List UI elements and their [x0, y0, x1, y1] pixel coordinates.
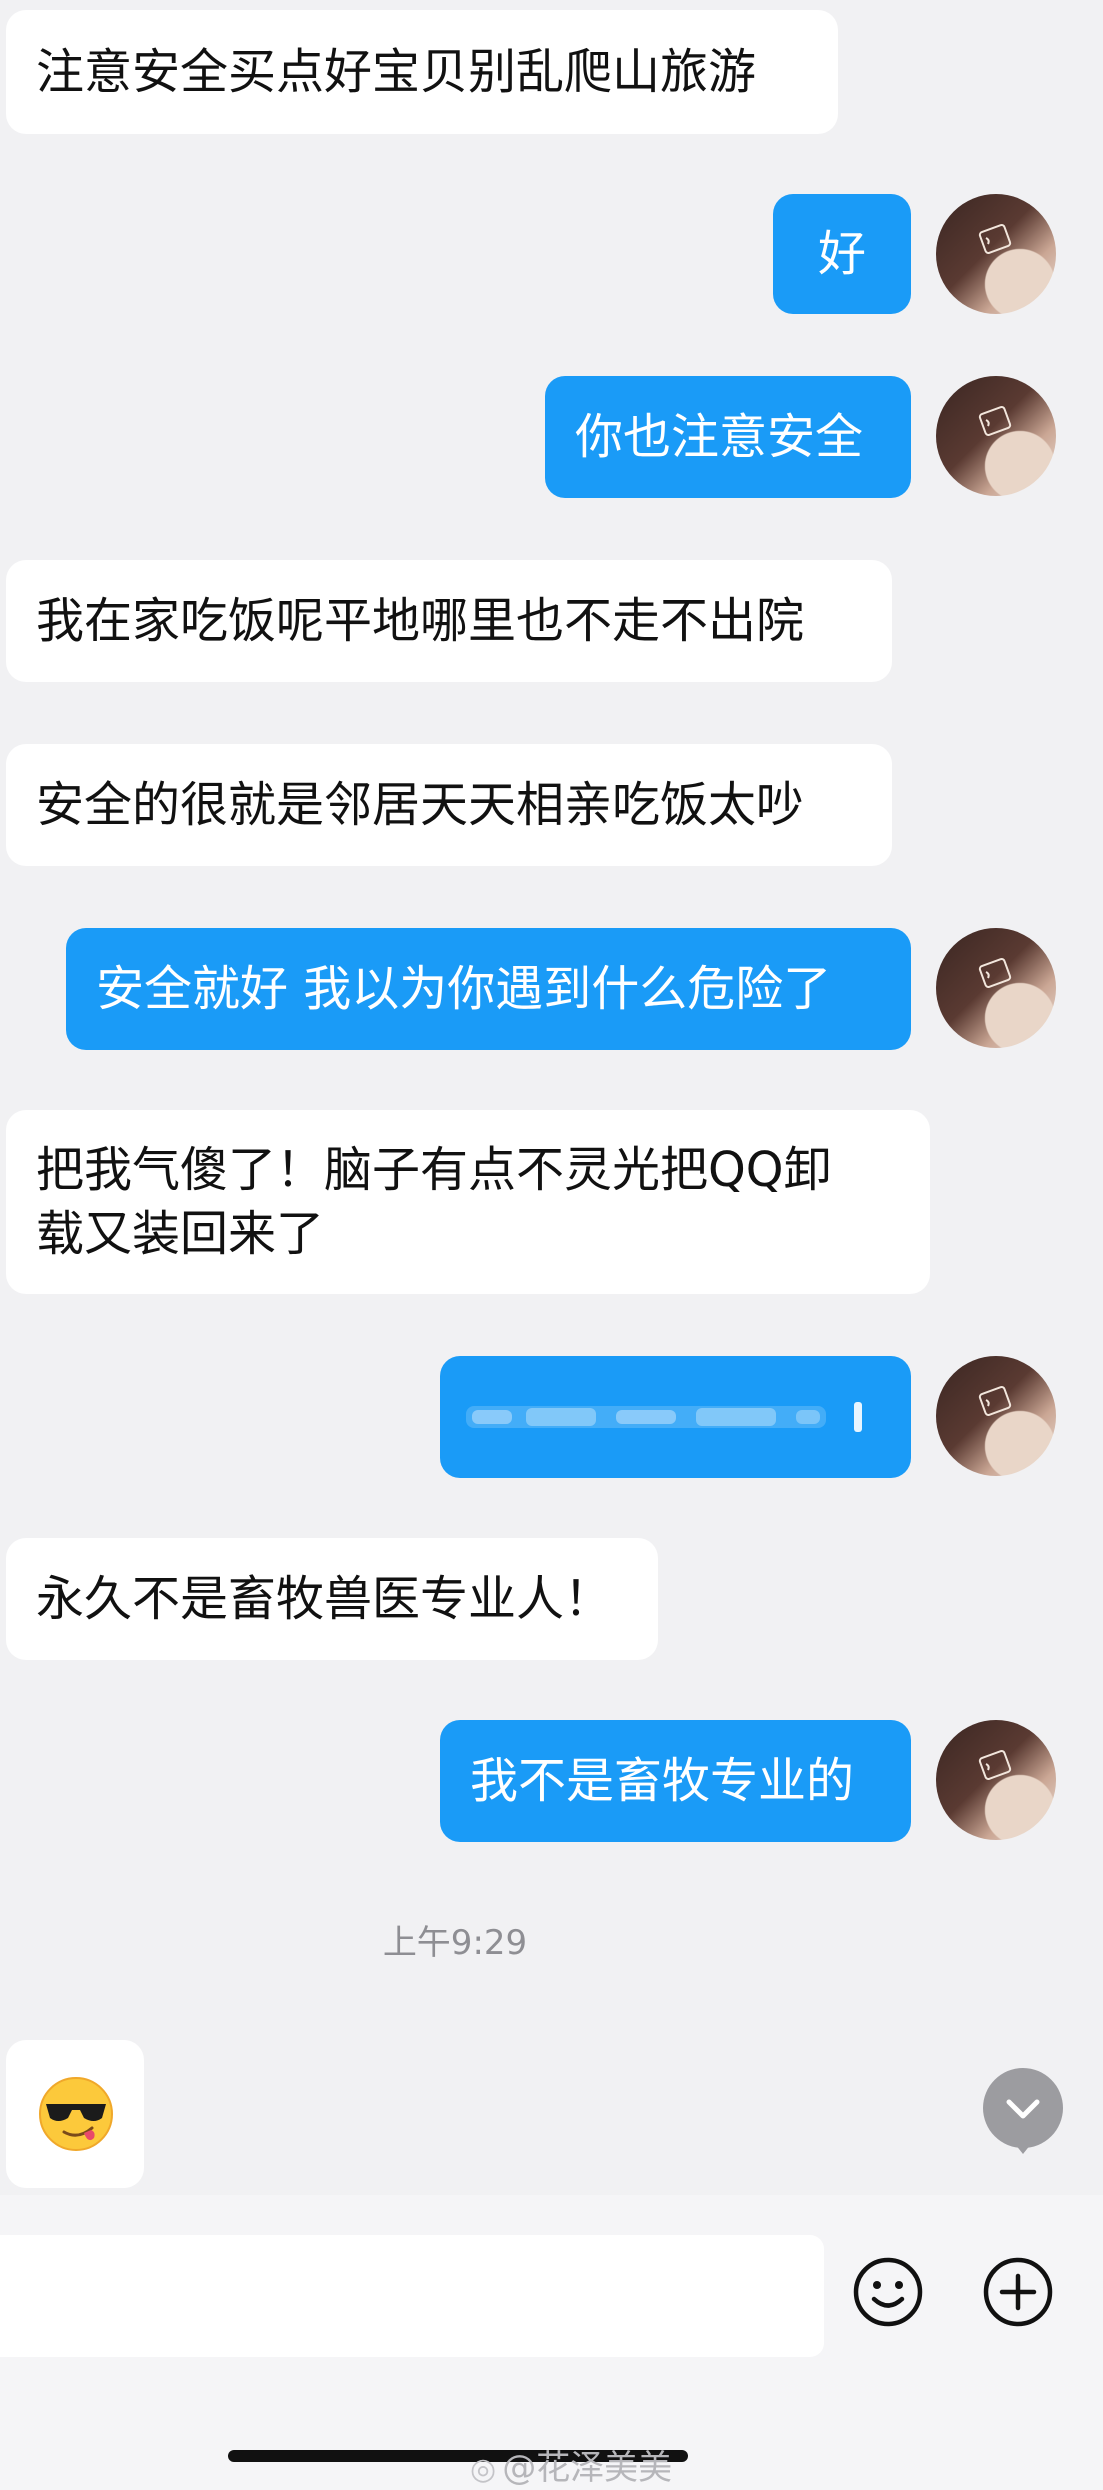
obscured-message-bubble[interactable] — [440, 1356, 911, 1478]
message-text: 注意安全买点好宝贝别乱爬山旅游 — [36, 44, 757, 100]
smiley-face-icon — [853, 2257, 923, 2327]
sunglasses-tongue-emoji-icon — [39, 2077, 113, 2151]
message-text: 永久不是畜牧兽医专业人！ — [36, 1571, 613, 1627]
incoming-emoji-message[interactable] — [6, 2040, 144, 2188]
avatar[interactable] — [936, 376, 1056, 496]
message-text: 你也注意安全 — [575, 409, 864, 465]
watermark-prefix: @ — [502, 2448, 537, 2488]
weibo-logo-icon: ◎ — [470, 2452, 497, 2487]
mosaic-overlay — [466, 1402, 862, 1432]
plus-circle-icon — [983, 2257, 1053, 2327]
avatar[interactable] — [936, 194, 1056, 314]
avatar[interactable] — [936, 1720, 1056, 1840]
message-bubble[interactable]: 安全就好 我以为你遇到什么危险了 — [66, 928, 911, 1050]
emoji-button[interactable] — [850, 2254, 926, 2330]
weibo-watermark: ◎ @花泽美美 — [470, 2440, 672, 2489]
message-text-line: 把我气傻了！脑子有点不灵光把QQ卸 — [36, 1142, 832, 1198]
message-text: 安全就好 我以为你遇到什么危险了 — [96, 961, 832, 1017]
message-text: 我不是畜牧专业的 — [470, 1753, 855, 1809]
message-bubble[interactable]: 好 — [773, 194, 911, 314]
scroll-to-bottom-button[interactable] — [983, 2068, 1063, 2154]
avatar[interactable] — [936, 1356, 1056, 1476]
message-input[interactable] — [0, 2235, 824, 2357]
message-bubble[interactable]: 我在家吃饭呢平地哪里也不走不出院 — [6, 560, 892, 682]
message-timestamp: 上午9:29 — [382, 1923, 528, 1963]
message-text: 好 — [817, 226, 866, 282]
avatar[interactable] — [936, 928, 1056, 1048]
chevron-down-icon — [1006, 2099, 1040, 2119]
watermark-name: 花泽美美 — [536, 2448, 673, 2488]
message-bubble[interactable]: 注意安全买点好宝贝别乱爬山旅游 — [6, 10, 838, 134]
message-bubble[interactable]: 我不是畜牧专业的 — [440, 1720, 911, 1842]
message-bubble[interactable]: 安全的很就是邻居天天相亲吃饭太吵 — [6, 744, 892, 866]
message-text-line: 载又装回来了 — [36, 1206, 325, 1262]
message-text: 安全的很就是邻居天天相亲吃饭太吵 — [36, 777, 805, 833]
message-text: 我在家吃饭呢平地哪里也不走不出院 — [36, 593, 805, 649]
chat-message-list[interactable]: 注意安全买点好宝贝别乱爬山旅游 好 你也注意安全 我在家吃饭呢平地哪里也不走不出… — [0, 0, 1103, 2195]
add-attachment-button[interactable] — [980, 2254, 1056, 2330]
message-bubble[interactable]: 永久不是畜牧兽医专业人！ — [6, 1538, 658, 1660]
message-bubble[interactable]: 你也注意安全 — [545, 376, 911, 498]
message-bubble[interactable]: 把我气傻了！脑子有点不灵光把QQ卸 载又装回来了 — [6, 1110, 930, 1294]
